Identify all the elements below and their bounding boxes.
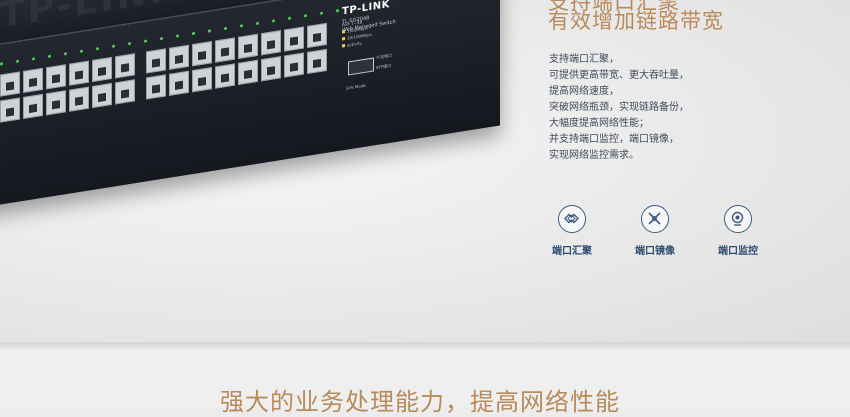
description-line: 并支持端口监控，端口镜像，	[549, 134, 679, 145]
feature-port-monitor: 端口监控	[706, 205, 770, 257]
port-aggregation-icon	[558, 205, 586, 233]
headline: 有效增加链路带宽	[548, 9, 724, 33]
feature-port-aggregation: 端口汇聚	[540, 205, 604, 257]
description-line: 突破网络瓶颈，实现链路备份，	[549, 102, 689, 113]
description-line: 大幅度提高网络性能；	[549, 118, 649, 129]
port-monitor-icon	[724, 205, 752, 233]
port-mirror-icon	[641, 205, 669, 233]
feature-description: 支持端口汇聚， 可提供更高带宽、更大吞吐量， 提高网络速度， 突破网络瓶颈，实现…	[549, 52, 799, 164]
section-divider	[0, 342, 850, 350]
description-line: 提高网络速度，	[549, 86, 619, 97]
feature-label: 端口汇聚	[552, 246, 592, 257]
description-line: 可提供更高带宽、更大吞吐量，	[549, 70, 689, 81]
description-line: 实现网络监控需求。	[549, 150, 639, 161]
feature-label: 端口监控	[718, 246, 758, 257]
section-title: 强大的业务处理能力，提高网络性能	[220, 388, 620, 416]
feature-icons: 端口汇聚 端口镜像 端口监控	[540, 205, 780, 265]
feature-port-mirror: 端口镜像	[623, 205, 687, 257]
feature-label: 端口镜像	[635, 246, 675, 257]
description-line: 支持端口汇聚，	[549, 54, 619, 65]
